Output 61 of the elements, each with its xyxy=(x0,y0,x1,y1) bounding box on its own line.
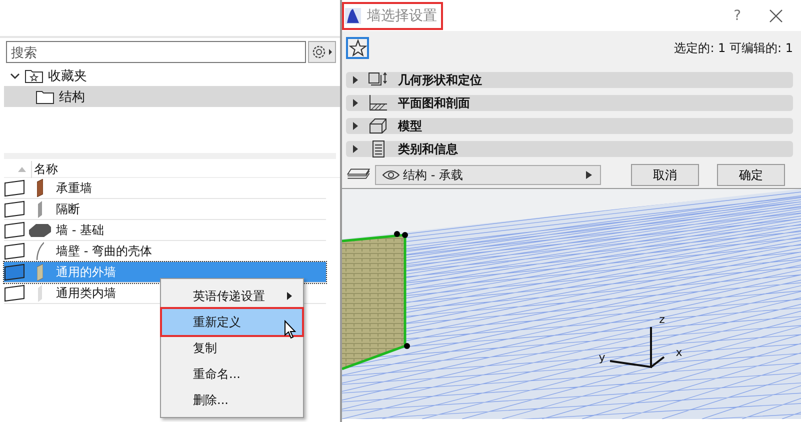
wall-name: 通用的外墙 xyxy=(56,264,116,280)
wall-name: 承重墙 xyxy=(56,180,92,196)
menu-item[interactable]: 英语传递设置 xyxy=(162,283,302,309)
section-icon xyxy=(368,117,388,135)
expand-arrow-icon xyxy=(352,145,360,153)
wall-icon xyxy=(38,200,42,218)
wall-icon xyxy=(37,179,43,197)
wall-icon xyxy=(29,224,51,236)
expand-arrow-icon xyxy=(352,122,360,130)
section-header[interactable]: 类别和信息 xyxy=(346,141,793,157)
column-header[interactable]: 名称 xyxy=(31,160,58,178)
axis-label: z xyxy=(659,313,665,326)
favorite-button[interactable] xyxy=(346,37,369,59)
window-title: 墙选择设置 xyxy=(342,2,443,30)
list-row[interactable]: 承重墙 xyxy=(4,178,326,199)
wall-name: 隔断 xyxy=(56,200,80,218)
section-header[interactable]: 几何形状和定位 xyxy=(346,72,793,88)
checkbox-icon xyxy=(4,200,26,218)
axis-drawing xyxy=(609,326,665,368)
cursor-icon xyxy=(284,320,298,340)
app-logo-icon xyxy=(345,8,361,24)
tree-item[interactable]: 结构 xyxy=(4,86,340,107)
help-button[interactable]: ? xyxy=(734,8,741,24)
menu-item[interactable]: 重命名... xyxy=(162,361,302,387)
list-row[interactable]: 隔断 xyxy=(4,199,326,220)
list-row[interactable]: 墙 - 基础 xyxy=(4,220,326,241)
sort-icon xyxy=(17,166,27,172)
menu-item[interactable]: 重新定义 xyxy=(162,309,302,335)
axis-label: y xyxy=(598,351,606,364)
view-dropdown[interactable]: 结构 - 承载 xyxy=(375,165,601,185)
star-folder-icon xyxy=(25,68,43,82)
checkbox-icon xyxy=(4,242,26,260)
section-header[interactable]: 平面图和剖面 xyxy=(346,95,793,111)
folder-icon xyxy=(36,90,54,104)
wall-name: 墙 - 基础 xyxy=(56,222,104,238)
expand-arrow-icon xyxy=(352,99,360,107)
checkbox-icon xyxy=(4,221,26,239)
selection-status: 选定的: 1 可编辑的: 1 xyxy=(674,40,793,56)
dialog-button[interactable]: 确定 xyxy=(717,164,785,186)
axis-label: x xyxy=(676,346,682,359)
tree-item[interactable]: 收藏夹 xyxy=(4,65,340,86)
expand-arrow-icon xyxy=(352,76,360,84)
chevron-icon xyxy=(10,72,20,80)
caret-icon xyxy=(586,171,592,179)
search-field[interactable]: 搜索 xyxy=(6,41,306,63)
gear-icon xyxy=(310,43,334,61)
checkbox-icon xyxy=(4,179,26,197)
star-icon xyxy=(348,39,366,57)
dialog-button[interactable]: 取消 xyxy=(631,164,699,186)
menu-item[interactable]: 复制 xyxy=(162,335,302,361)
settings-button[interactable] xyxy=(308,41,336,63)
wall-name: 墙壁 - 弯曲的壳体 xyxy=(56,242,152,260)
menu-item[interactable]: 删除... xyxy=(162,387,302,413)
section-header[interactable]: 模型 xyxy=(346,118,793,134)
wall-icon xyxy=(37,264,43,280)
close-icon[interactable] xyxy=(769,8,783,22)
wall-icon xyxy=(36,242,44,260)
wall-name: 通用类内墙 xyxy=(56,284,116,302)
section-icon xyxy=(368,94,388,112)
checkbox-icon xyxy=(4,263,26,281)
eye-icon xyxy=(382,169,400,181)
